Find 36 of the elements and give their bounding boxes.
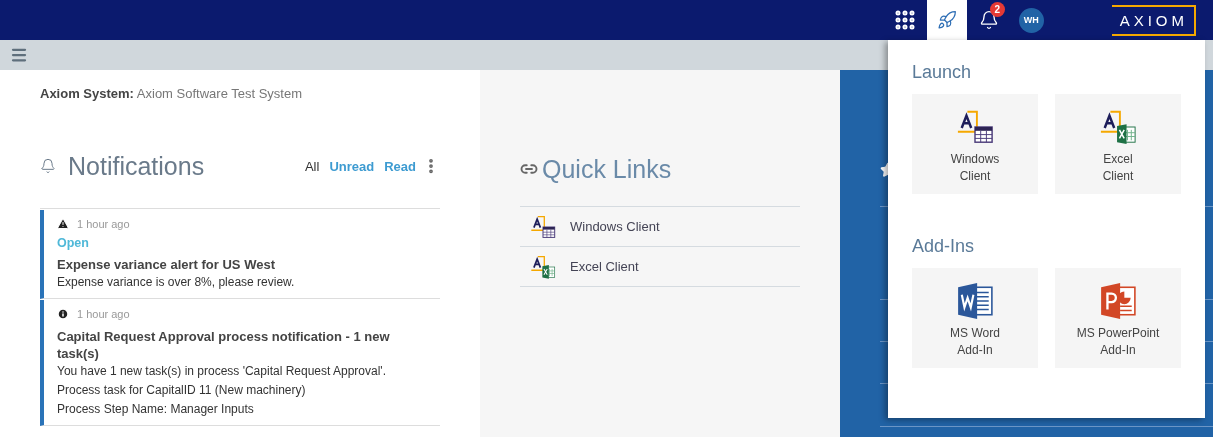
windows-client-icon [956,108,994,146]
notification-time: 1 hour ago [77,218,130,230]
notification-title: Capital Request Approval process notification - 1 new task(s) [57,328,391,362]
notification-text: Process Step Name: Manager Inputs [57,401,255,418]
logo: AXIOM [1111,4,1196,36]
notification-text: Process task for CapitalID 11 (New machinery) [57,382,307,399]
windows-client-icon [530,213,556,240]
system-info: Axiom System: Axiom Software Test System [40,86,304,101]
notification-text: You have 1 new task(s) in process 'Capital Request Approval'. [57,363,387,380]
notification-count: 2 [989,2,1005,17]
notifications-title: Notifications [68,151,205,181]
info-icon [57,308,69,320]
launch-tile[interactable]: MS PowerPoint Add-In [1055,268,1181,368]
notification-time: 1 hour ago [77,308,130,320]
bell-icon [40,158,56,174]
launch-tile[interactable]: Windows Client [912,94,1038,194]
user-avatar[interactable]: WH [1018,7,1044,33]
section-title: Launch [912,62,973,83]
excel-client-icon [530,253,556,280]
quick-link[interactable]: Excel Client [520,247,800,287]
filter-tab[interactable]: All [304,158,320,174]
launch-tile[interactable]: Excel Client [1055,94,1181,194]
section-title: Add-Ins [912,236,976,257]
notifications-button[interactable]: 2 [968,0,1009,40]
powerpoint-icon [1099,282,1137,320]
quick-link[interactable]: Windows Client [520,207,800,247]
rocket-button[interactable] [926,0,967,40]
notification-title: Expense variance alert for US West [57,256,276,273]
notification-text: Expense variance is over 8%, please review. [57,274,296,291]
warning-icon [57,218,69,230]
quick-links-title: Quick Links [542,154,672,184]
menu-icon[interactable] [10,46,28,64]
launch-tile[interactable]: MS Word Add-In [912,268,1038,368]
excel-client-icon [1099,108,1137,146]
word-icon [956,282,994,320]
rocket-icon [936,10,957,30]
